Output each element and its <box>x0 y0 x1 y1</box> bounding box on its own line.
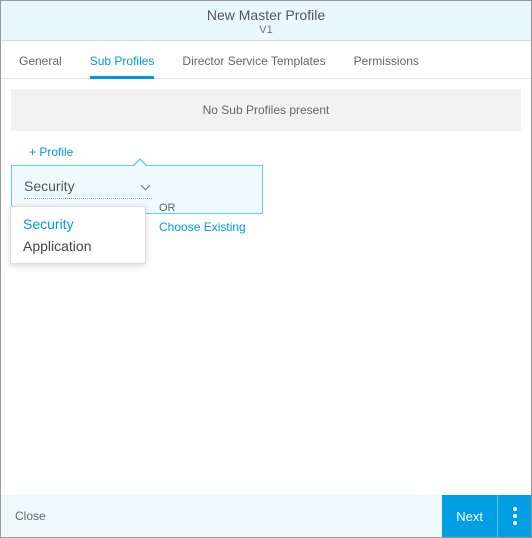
profile-type-select-value: Security <box>24 178 75 194</box>
dropdown-option-security[interactable]: Security <box>11 213 145 235</box>
dropdown-option-application[interactable]: Application <box>11 235 145 257</box>
tab-bar: General Sub Profiles Director Service Te… <box>1 41 531 79</box>
dialog-footer: Close Next <box>1 495 531 537</box>
profile-type-dropdown: Security Application <box>10 206 146 264</box>
dialog-version: V1 <box>1 24 531 36</box>
choose-existing-link[interactable]: Choose Existing <box>159 220 246 234</box>
add-profile-link[interactable]: + Profile <box>29 145 73 159</box>
dialog-header: New Master Profile V1 <box>1 1 531 41</box>
empty-state-message: No Sub Profiles present <box>11 89 521 131</box>
chevron-down-icon <box>140 180 152 192</box>
tab-general[interactable]: General <box>19 42 62 78</box>
more-actions-button[interactable] <box>497 495 531 537</box>
next-button[interactable]: Next <box>442 495 497 537</box>
close-button[interactable]: Close <box>15 509 46 523</box>
dots-vertical-icon <box>513 507 517 511</box>
or-label: OR <box>159 202 176 214</box>
dots-vertical-icon <box>513 521 517 525</box>
content-area: No Sub Profiles present + Profile Securi… <box>1 79 531 495</box>
dots-vertical-icon <box>513 514 517 518</box>
tab-permissions[interactable]: Permissions <box>354 42 419 78</box>
dialog-title: New Master Profile <box>1 7 531 23</box>
profile-type-select[interactable]: Security <box>24 176 152 199</box>
tab-sub-profiles[interactable]: Sub Profiles <box>90 42 155 78</box>
profile-card: Security OR Choose Existing Security App… <box>11 165 263 214</box>
tab-director-service-templates[interactable]: Director Service Templates <box>182 42 325 78</box>
